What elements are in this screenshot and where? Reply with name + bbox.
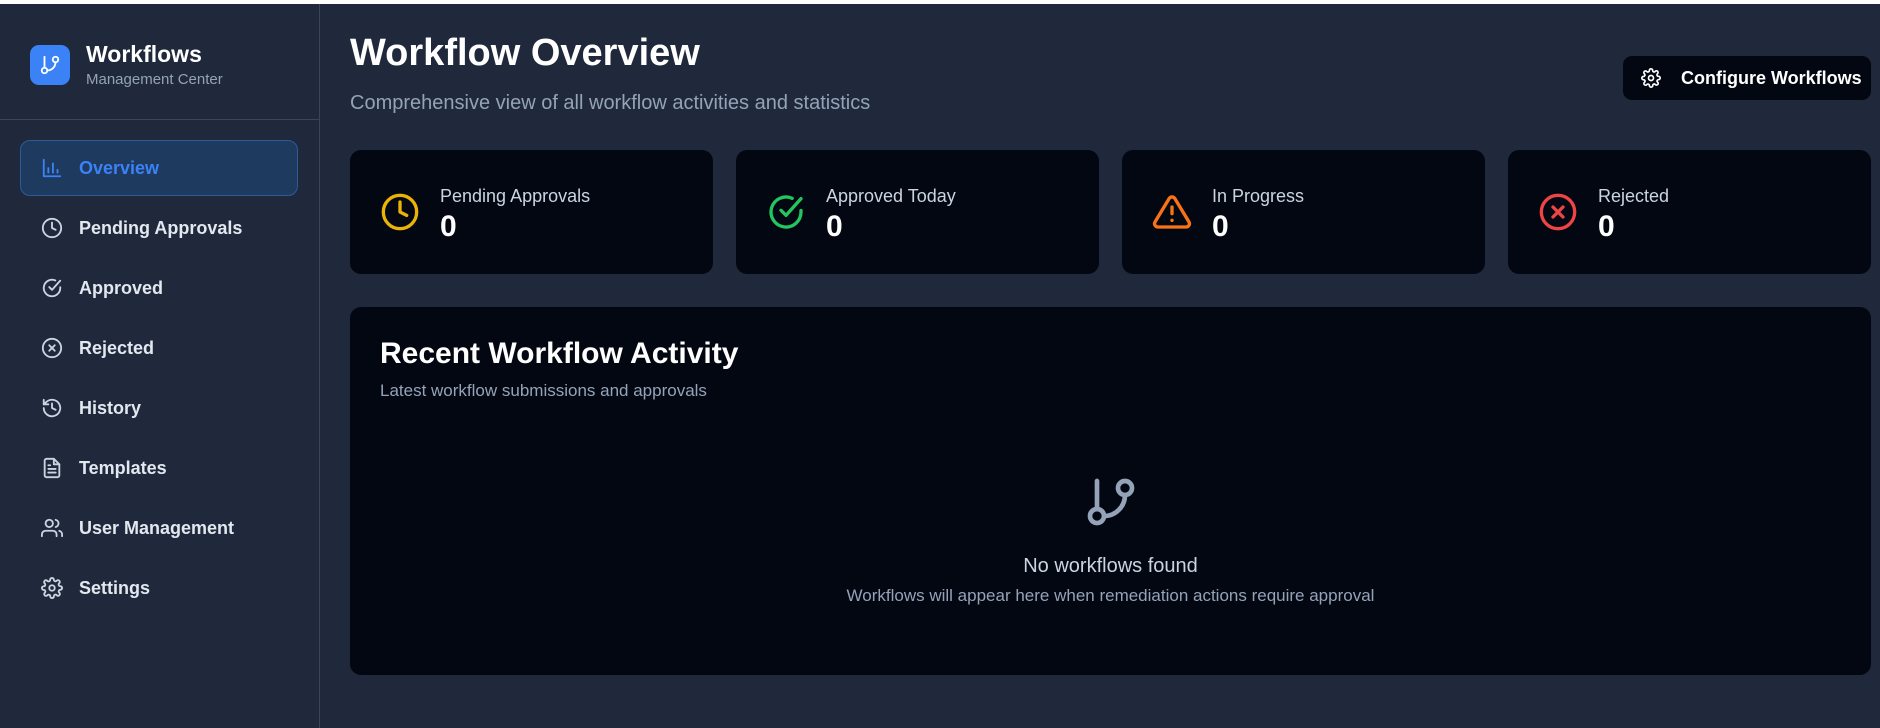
stat-card-pending: Pending Approvals 0 (350, 150, 713, 274)
bar-chart-icon (41, 157, 63, 179)
stat-value: 0 (440, 210, 457, 243)
page-subtitle: Comprehensive view of all workflow activ… (350, 92, 871, 114)
stat-value: 0 (1212, 210, 1229, 243)
stats-row: Pending Approvals 0 Approved Today 0 In … (350, 150, 1871, 274)
x-circle-icon (41, 337, 63, 359)
main-content: Workflow Overview Comprehensive view of … (320, 4, 1880, 728)
sidebar-item-label: User Management (79, 517, 235, 538)
configure-workflows-button[interactable]: Configure Workflows (1623, 56, 1871, 100)
stat-value: 0 (826, 210, 843, 243)
sidebar-item-templates[interactable]: Templates (20, 440, 298, 496)
stat-label: Rejected (1598, 186, 1670, 206)
stat-card-in-progress: In Progress 0 (1122, 150, 1485, 274)
sidebar-item-label: Approved (79, 277, 164, 298)
sidebar-item-label: Templates (79, 457, 167, 478)
sidebar-item-user-management[interactable]: User Management (20, 500, 298, 556)
stat-label: Pending Approvals (440, 186, 591, 206)
sidebar: Workflows Management Center Overview Pen… (0, 4, 320, 728)
stat-label: In Progress (1212, 186, 1305, 206)
empty-state-title: No workflows found (1023, 555, 1198, 577)
sidebar-item-settings[interactable]: Settings (20, 560, 298, 616)
brand: Workflows Management Center (30, 40, 223, 90)
recent-activity-panel: Recent Workflow Activity Latest workflow… (350, 307, 1871, 675)
configure-workflows-label: Configure Workflows (1681, 67, 1862, 88)
activity-title: Recent Workflow Activity (380, 337, 739, 370)
check-circle-icon (766, 192, 806, 232)
gear-icon (41, 577, 63, 599)
clock-icon (41, 217, 63, 239)
sidebar-item-label: Overview (79, 157, 160, 178)
stat-card-approved-today: Approved Today 0 (736, 150, 1099, 274)
sidebar-item-pending-approvals[interactable]: Pending Approvals (20, 200, 298, 256)
sidebar-item-label: History (79, 397, 142, 418)
empty-state-subtitle: Workflows will appear here when remediat… (846, 586, 1375, 605)
sidebar-divider (0, 119, 319, 120)
sidebar-item-label: Rejected (79, 337, 155, 358)
sidebar-item-approved[interactable]: Approved (20, 260, 298, 316)
file-text-icon (41, 457, 63, 479)
history-icon (41, 397, 63, 419)
stat-label: Approved Today (826, 186, 956, 206)
page-title: Workflow Overview (350, 32, 700, 74)
brand-subtitle: Management Center (86, 70, 223, 88)
activity-subtitle: Latest workflow submissions and approval… (380, 381, 707, 400)
x-circle-icon (1538, 192, 1578, 232)
check-circle-icon (41, 277, 63, 299)
gear-icon (1641, 68, 1661, 88)
git-branch-icon (1083, 474, 1139, 530)
git-branch-icon (30, 45, 70, 85)
stat-card-rejected: Rejected 0 (1508, 150, 1871, 274)
sidebar-item-label: Pending Approvals (79, 217, 243, 238)
clock-icon (380, 192, 420, 232)
alert-triangle-icon (1152, 192, 1192, 232)
sidebar-item-rejected[interactable]: Rejected (20, 320, 298, 376)
sidebar-item-history[interactable]: History (20, 380, 298, 436)
sidebar-item-overview[interactable]: Overview (20, 140, 298, 196)
stat-value: 0 (1598, 210, 1615, 243)
sidebar-nav: Overview Pending Approvals Approved Reje… (20, 140, 298, 620)
users-icon (41, 517, 63, 539)
sidebar-item-label: Settings (79, 577, 151, 598)
brand-title: Workflows (86, 40, 202, 67)
